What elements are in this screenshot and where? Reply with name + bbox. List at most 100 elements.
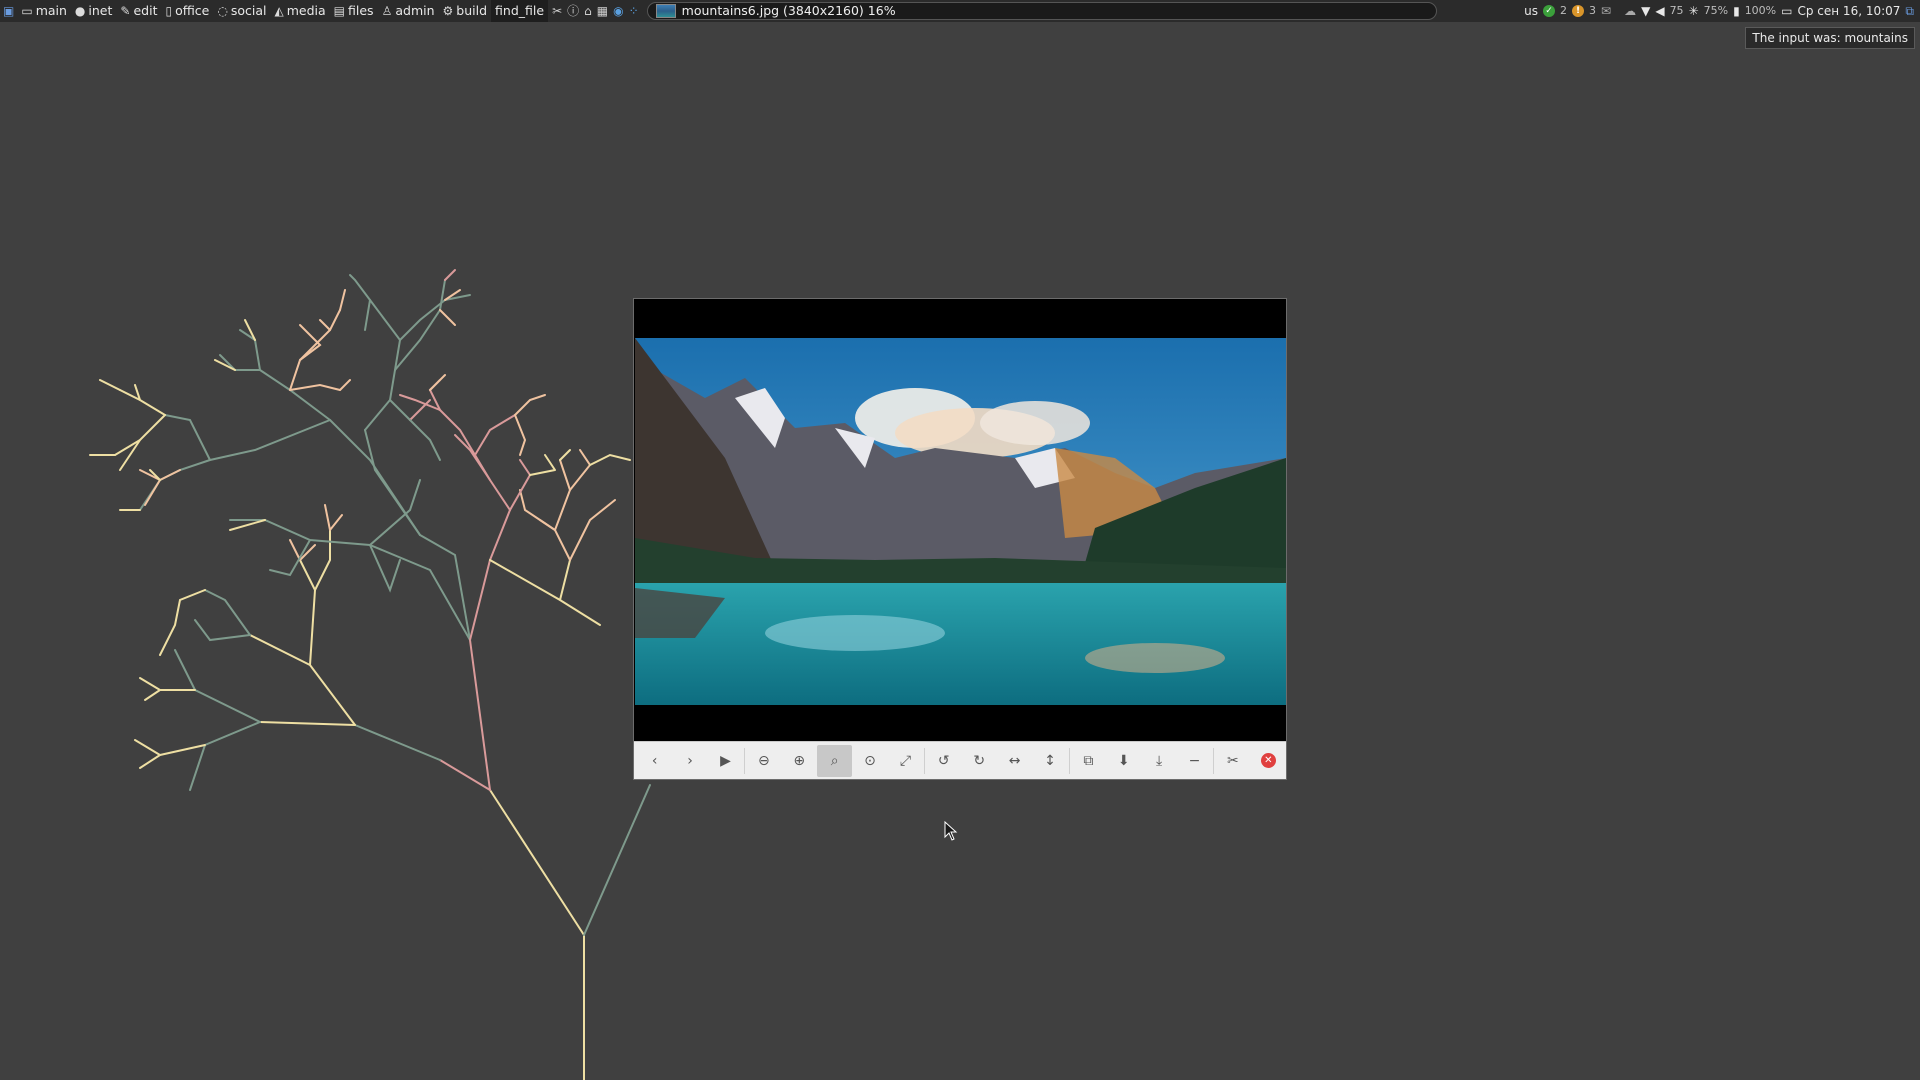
download-icon: ⬇: [1117, 752, 1130, 769]
wifi-icon[interactable]: ▼: [1641, 0, 1650, 22]
close-icon: ✕: [1260, 753, 1276, 768]
next-button[interactable]: ›: [672, 745, 707, 777]
workspace-edit[interactable]: ✎ edit: [116, 0, 161, 22]
notification-popup: The input was: mountains: [1745, 27, 1915, 49]
system-tray: us ✓ 2 ! 3 ✉ ☁ ▼ ◀ 75 ✳ 75% ▮ 100% ▭ Ср …: [1524, 0, 1920, 22]
rotate-left-icon: ↺: [937, 752, 950, 769]
rotate-right-button[interactable]: ↻: [961, 745, 996, 777]
workspace-office[interactable]: ▯ office: [161, 0, 213, 22]
zoom-in-button[interactable]: ⊕: [782, 745, 817, 777]
toolbar-divider: [924, 747, 926, 774]
keyboard-layout[interactable]: us: [1524, 0, 1538, 22]
image-thumbnail-icon: [655, 4, 676, 18]
copy-button[interactable]: ⧉: [1071, 745, 1106, 777]
image-viewer-window: ‹ › ▶ ⊖ ⊕ ⌕ ⊙ ⤢ ↺ ↻ ↔ ↕ ⧉ ⬇ ⤓ − ✂ ✕: [633, 298, 1287, 780]
toolbar-divider: [744, 747, 746, 774]
mountain-lake-photo: [635, 338, 1286, 705]
toolbar-divider: [1068, 747, 1070, 774]
workspace-find-file[interactable]: find_file: [491, 0, 549, 22]
previous-button[interactable]: ‹: [637, 745, 672, 777]
preferences-button[interactable]: ✂: [1215, 745, 1250, 777]
document-icon: ▯: [165, 4, 173, 18]
battery-icon[interactable]: ▮: [1733, 0, 1740, 22]
updates-count: 2: [1560, 4, 1568, 17]
magnifier-icon: ⌕: [830, 752, 839, 769]
zoom-original-button[interactable]: ⌕: [816, 744, 853, 777]
screen-icon[interactable]: ▭: [1781, 0, 1792, 22]
slideshow-button[interactable]: ▶: [708, 745, 743, 777]
workspace-label: inet: [88, 3, 113, 18]
brightness-level: 75%: [1703, 4, 1729, 17]
zoom-fit-button[interactable]: ⊙: [852, 745, 887, 777]
active-window-title[interactable]: mountains6.jpg (3840x2160) 16%: [646, 2, 1437, 20]
clock[interactable]: Ср сен 16, 10:07: [1797, 0, 1900, 22]
folder-icon: ▤: [333, 4, 346, 18]
flip-vertical-icon: ↕: [1044, 752, 1056, 769]
user-icon: ♙: [381, 4, 393, 18]
home-icon[interactable]: ⌂: [584, 0, 592, 22]
workspace-media[interactable]: ◭ media: [271, 0, 330, 22]
chat-icon: ◌: [217, 4, 228, 18]
toolbar-divider: [1213, 747, 1215, 774]
alerts-icon[interactable]: !: [1572, 5, 1585, 17]
workspace-files[interactable]: ▤ files: [330, 0, 378, 22]
network-icon[interactable]: ⧉: [1905, 0, 1914, 22]
tools-icon: ✂: [1227, 752, 1239, 769]
fullscreen-button[interactable]: ⤢: [888, 745, 923, 777]
mail-icon[interactable]: ✉: [1601, 0, 1611, 22]
chevron-right-icon: ›: [687, 752, 693, 769]
workspace-label: media: [286, 3, 326, 18]
workspace-label: build: [456, 3, 488, 18]
updates-icon[interactable]: ✓: [1543, 5, 1556, 17]
save-button[interactable]: ⬇: [1106, 745, 1141, 777]
viewer-toolbar: ‹ › ▶ ⊖ ⊕ ⌕ ⊙ ⤢ ↺ ↻ ↔ ↕ ⧉ ⬇ ⤓ − ✂ ✕: [634, 741, 1286, 779]
workspace-label: main: [35, 3, 67, 18]
menu-icon[interactable]: ▣: [0, 0, 17, 22]
workspace-build[interactable]: ⚙ build: [439, 0, 492, 22]
image-icon: ◭: [274, 4, 284, 18]
play-icon: ▶: [720, 752, 731, 769]
zoom-out-icon: ⊖: [757, 752, 770, 769]
save-as-button[interactable]: ⤓: [1141, 745, 1176, 777]
close-button[interactable]: ✕: [1251, 745, 1286, 777]
minimize-button[interactable]: −: [1177, 745, 1212, 777]
rotate-right-icon: ↻: [973, 752, 986, 769]
zoom-out-button[interactable]: ⊖: [746, 745, 781, 777]
info-icon[interactable]: ⓘ: [567, 0, 579, 22]
battery-level: 100%: [1744, 4, 1777, 17]
apps-icon[interactable]: ⁘: [629, 0, 639, 22]
brightness-icon[interactable]: ✳: [1689, 0, 1699, 22]
copy-icon: ⧉: [1083, 752, 1094, 769]
gears-icon: ⚙: [442, 4, 454, 18]
window-title-text: mountains6.jpg (3840x2160) 16%: [681, 3, 896, 18]
flip-horizontal-icon: ↔: [1008, 752, 1021, 769]
workspace-social[interactable]: ◌ social: [213, 0, 270, 22]
workspace-inet[interactable]: ● inet: [71, 0, 116, 22]
mouse-cursor-icon: [944, 821, 958, 841]
browser-icon[interactable]: ◉: [613, 0, 623, 22]
volume-level: 75: [1669, 4, 1684, 17]
workspace-label: office: [175, 3, 210, 18]
launcher-bar: ✂ ⓘ ⌂ ▦ ◉ ⁘: [548, 0, 643, 22]
flip-vertical-button[interactable]: ↕: [1032, 745, 1067, 777]
cloud-icon[interactable]: ☁: [1624, 0, 1636, 22]
flip-horizontal-button[interactable]: ↔: [997, 745, 1032, 777]
rotate-left-button[interactable]: ↺: [926, 745, 961, 777]
workspace-label: find_file: [495, 3, 545, 18]
download-to-icon: ⤓: [1156, 752, 1163, 769]
workspace-label: files: [348, 3, 374, 18]
top-panel: ▣ ▭ main ● inet ✎ edit ▯ office ◌ social…: [0, 0, 1920, 22]
grid-icon[interactable]: ▦: [597, 0, 608, 22]
workspace-admin[interactable]: ♙ admin: [378, 0, 439, 22]
edit-icon: ✎: [120, 4, 131, 18]
alerts-count: 3: [1589, 4, 1597, 17]
chevron-left-icon: ‹: [651, 752, 658, 769]
fullscreen-icon: ⤢: [899, 752, 912, 769]
monitor-icon: ▭: [21, 4, 33, 18]
workspace-main[interactable]: ▭ main: [17, 0, 71, 22]
workspace-label: social: [230, 3, 267, 18]
workspace-label: admin: [395, 3, 435, 18]
workspace-label: edit: [133, 3, 158, 18]
tools-icon[interactable]: ✂: [552, 0, 562, 22]
volume-icon[interactable]: ◀: [1655, 0, 1664, 22]
